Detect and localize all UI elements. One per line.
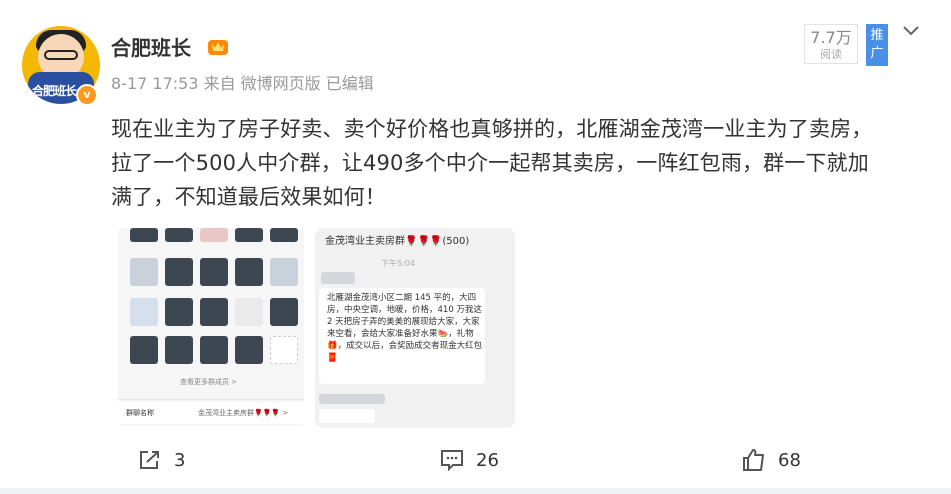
verified-badge: v (76, 84, 98, 106)
share-icon (140, 451, 159, 469)
chat-bubble: 北雁湖金茂湾小区二期 145 平的，大四房，中央空调，地暖，价格，410 万我这… (319, 288, 485, 384)
thumbs-up-icon (743, 449, 764, 471)
content-line: 拉了一个500人中介群，让490多个中介一起帮其卖房，一阵红包雨，群一下就加 (111, 151, 869, 175)
user-name[interactable]: 合肥班长 (111, 32, 191, 61)
chevron-down-icon[interactable] (901, 22, 921, 40)
post-image-group-members[interactable]: 查看更多群成员 > 群聊名称 金茂湾业主卖房群🌹🌹🌹 > (118, 228, 304, 426)
more-members-link: 查看更多群成员 > (180, 378, 238, 386)
group-name-label: 群聊名称 (126, 409, 154, 417)
chat-message: 北雁湖金茂湾小区二期 145 平的，大四房，中央空调，地暖，价格，410 万我这… (327, 293, 483, 363)
comment-count: 26 (476, 449, 499, 471)
chat-header: 金茂湾业主卖房群🌹🌹🌹(500) (325, 236, 470, 247)
divider (0, 488, 951, 494)
post-image-chat[interactable]: 金茂湾业主卖房群🌹🌹🌹(500) 下午5:04 北雁湖金茂湾小区二期 145 平… (315, 228, 515, 428)
promote-button[interactable]: 推 广 (866, 24, 888, 66)
content-line: 满了，不知道最后效果如何！ (111, 185, 386, 209)
group-name-value: 金茂湾业主卖房群🌹🌹🌹 > (198, 409, 289, 417)
comment-icon (441, 450, 463, 471)
read-count: 7.7万 (810, 28, 852, 47)
like-count: 68 (778, 449, 801, 471)
share-button[interactable]: 3 (138, 442, 185, 478)
share-count: 3 (174, 449, 186, 471)
avatar-text: 合肥班长 (32, 84, 77, 98)
comment-button[interactable]: 26 (440, 442, 499, 478)
read-label: 阅读 (820, 48, 842, 61)
content-line: 现在业主为了房子好卖、卖个好价格也真够拼的，北雁湖金茂湾一业主为了卖房， (111, 117, 873, 141)
action-bar: 3 26 68 (0, 442, 951, 480)
post-content: 现在业主为了房子好卖、卖个好价格也真够拼的，北雁湖金茂湾一业主为了卖房， 拉了一… (111, 112, 921, 214)
chat-time: 下午5:04 (381, 259, 415, 268)
weibo-post: 合肥班长 v 合肥班长 8-17 17:53 来自 微博网页版 已编辑 7.7万… (0, 0, 951, 494)
post-meta: 8-17 17:53 来自 微博网页版 已编辑 (111, 74, 374, 93)
read-count-box: 7.7万 阅读 (804, 24, 858, 64)
vip-crown-icon (208, 40, 228, 55)
like-button[interactable]: 68 (742, 442, 801, 478)
